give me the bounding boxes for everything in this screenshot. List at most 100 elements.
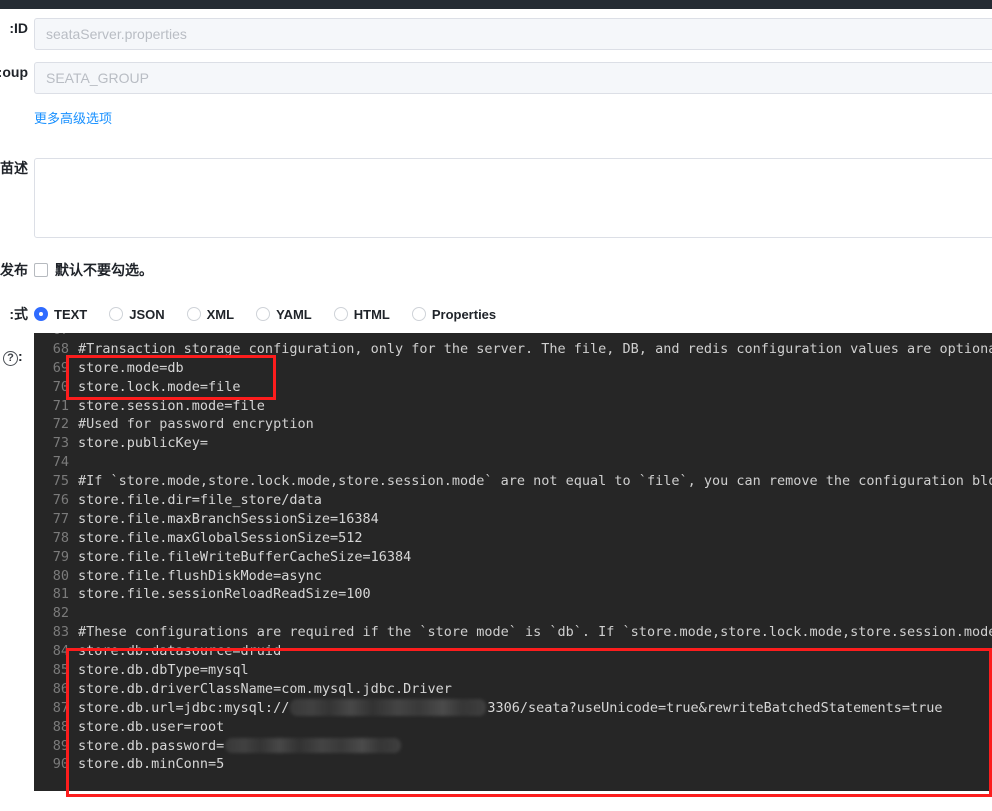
group-field-wrap xyxy=(34,62,992,94)
line-number: 85 xyxy=(52,662,69,679)
line-number: 74 xyxy=(52,454,69,471)
form-row-group: oup: xyxy=(0,62,992,94)
line-number: 72 xyxy=(52,416,69,433)
code-line: 69 store.mode=db xyxy=(34,359,992,378)
publish-field-wrap: 默认不要勾选。 xyxy=(34,260,992,280)
format-radio-json[interactable]: JSON xyxy=(109,306,165,322)
data-id-label: ID: xyxy=(9,20,28,36)
line-number: 79 xyxy=(52,548,69,565)
more-advanced-options-link[interactable]: 更多高级选项 xyxy=(34,110,112,128)
radio-indicator[interactable] xyxy=(186,307,201,321)
code-text: store.db.dbType=mysql xyxy=(78,662,249,679)
format-radio-html[interactable]: HTML xyxy=(333,306,390,322)
publish-checkbox-row[interactable]: 默认不要勾选。 xyxy=(34,260,992,280)
code-text: #Used for password encryption xyxy=(78,416,314,433)
code-text: store.db.password= xyxy=(78,737,992,756)
code-text: #If `store.mode,store.lock.mode,store.se… xyxy=(78,473,992,490)
code-line: 70 store.lock.mode=file xyxy=(34,378,992,397)
code-text: #Transaction storage configuration, only… xyxy=(78,340,992,357)
format-label: 式: xyxy=(9,306,28,322)
line-number: 82 xyxy=(52,605,69,622)
code-line: 80 store.file.flushDiskMode=async xyxy=(34,567,992,586)
description-textarea[interactable] xyxy=(34,158,992,238)
description-label: 苗述: xyxy=(0,160,28,176)
line-number: 80 xyxy=(52,567,69,584)
format-radio-label: Properties xyxy=(431,306,497,322)
code-line: 90 store.db.minConn=5 xyxy=(34,755,992,774)
line-number: 69 xyxy=(52,359,69,376)
code-line: 76 store.file.dir=file_store/data xyxy=(34,491,992,510)
code-text: store.file.sessionReloadReadSize=100 xyxy=(78,586,371,603)
code-line: 82 xyxy=(34,604,992,623)
form-row-description: 苗述: xyxy=(0,158,992,238)
radio-indicator[interactable] xyxy=(411,307,426,321)
code-text: #These configurations are required if th… xyxy=(78,624,992,641)
top-dark-bar xyxy=(0,0,992,9)
code-line: 73 store.publicKey= xyxy=(34,434,992,453)
format-radio-label: HTML xyxy=(353,306,390,322)
format-radio-text[interactable]: TEXT xyxy=(34,307,87,322)
line-number: 83 xyxy=(52,624,69,641)
format-radio-xml[interactable]: XML xyxy=(186,306,235,322)
code-line: 86 store.db.driverClassName=com.mysql.jdb… xyxy=(34,680,992,699)
line-number: 71 xyxy=(52,397,69,414)
content-label-wrap: ?: xyxy=(0,346,34,366)
code-line: 72 #Used for password encryption xyxy=(34,415,992,434)
code-line: 68 #Transaction storage configuration, on… xyxy=(34,340,992,359)
form-row-data-id: ID: xyxy=(0,18,992,50)
form-row-advanced: 更多高级选项 xyxy=(0,110,992,128)
format-radio-label: YAML xyxy=(276,306,312,322)
code-line: 78 store.file.maxGlobalSessionSize=512 xyxy=(34,529,992,548)
code-line: 67 xyxy=(34,333,992,340)
code-line: 77 store.file.maxBranchSessionSize=16384 xyxy=(34,510,992,529)
code-editor[interactable]: 6768 #Transaction storage configuration, … xyxy=(34,333,992,791)
help-icon[interactable]: ? xyxy=(3,351,18,366)
redacted-password xyxy=(225,738,402,754)
code-text: store.file.maxGlobalSessionSize=512 xyxy=(78,529,363,546)
line-number: 90 xyxy=(52,756,69,773)
line-number: 87 xyxy=(52,699,69,716)
format-radio-yaml[interactable]: YAML xyxy=(256,307,312,322)
description-field-wrap xyxy=(34,158,992,238)
code-text: store.publicKey= xyxy=(78,435,209,452)
format-radio-label: TEXT xyxy=(54,306,88,322)
form-row-publish: 发布: 默认不要勾选。 xyxy=(0,260,992,280)
format-radio-properties[interactable]: Properties xyxy=(411,306,497,322)
radio-indicator[interactable] xyxy=(34,307,48,321)
format-field-wrap: TEXT JSON XML YAML HTML Properties xyxy=(34,304,992,324)
code-line: 84 store.db.datasource=druid xyxy=(34,642,992,661)
publish-checkbox-label: 默认不要勾选。 xyxy=(55,262,153,278)
line-number: 89 xyxy=(52,737,69,754)
code-text: store.mode=db xyxy=(78,359,184,376)
form-row-format: 式: TEXT JSON XML YAML HTML Properties xyxy=(0,304,992,324)
radio-indicator[interactable] xyxy=(109,307,124,321)
line-number: 78 xyxy=(52,529,69,546)
format-radio-label: JSON xyxy=(129,306,165,322)
data-id-input[interactable] xyxy=(34,18,992,50)
radio-indicator[interactable] xyxy=(333,307,348,321)
line-number: 68 xyxy=(52,340,69,357)
code-line: 88 store.db.user=root xyxy=(34,718,992,737)
group-input[interactable] xyxy=(34,62,992,94)
code-line: 81 store.file.sessionReloadReadSize=100 xyxy=(34,585,992,604)
config-form: ID: oup: 更多高级选项 苗述: xyxy=(0,9,992,366)
content-label-colon: : xyxy=(18,348,23,364)
line-number: 77 xyxy=(52,510,69,527)
code-line: 79 store.file.fileWriteBufferCacheSize=16… xyxy=(34,548,992,567)
code-line: 75 #If `store.mode,store.lock.mode,store.… xyxy=(34,472,992,491)
code-line: 85 store.db.dbType=mysql xyxy=(34,661,992,680)
code-text: store.db.minConn=5 xyxy=(78,756,225,773)
format-radio-group: TEXT JSON XML YAML HTML Properties xyxy=(34,304,992,324)
redacted-host xyxy=(290,699,487,717)
code-line: 74 xyxy=(34,453,992,472)
advanced-link-wrap: 更多高级选项 xyxy=(34,110,992,128)
code-text: store.db.url=jdbc:mysql://3306/seata?use… xyxy=(78,699,943,717)
data-id-field-wrap xyxy=(34,18,992,50)
code-text: store.file.fileWriteBufferCacheSize=1638… xyxy=(78,548,412,565)
code-text: store.db.user=root xyxy=(78,718,225,735)
radio-indicator[interactable] xyxy=(256,307,271,321)
format-radio-label: XML xyxy=(206,306,235,322)
config-editor-page: ID: oup: 更多高级选项 苗述: xyxy=(0,0,992,811)
publish-checkbox[interactable] xyxy=(34,263,48,277)
